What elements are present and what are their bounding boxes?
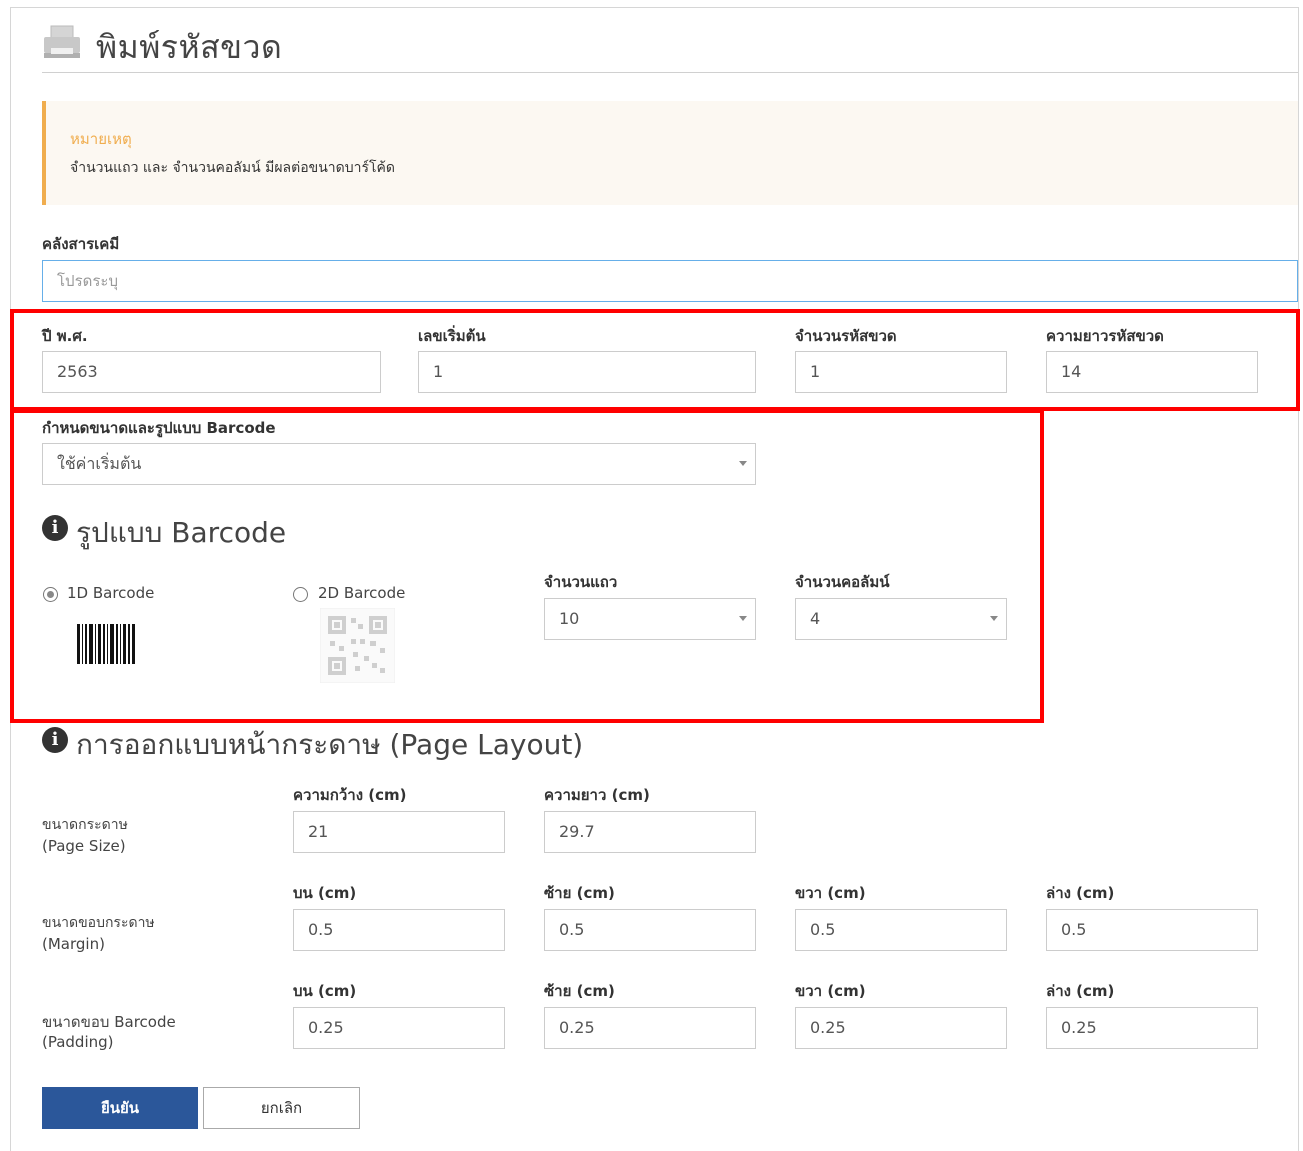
columns-label: จำนวนคอลัมน์ <box>795 573 890 591</box>
margin-left-label: ซ้าย (cm) <box>544 884 615 902</box>
chevron-down-icon <box>739 616 747 621</box>
page-size-label: ขนาดกระดาษ <box>42 817 128 833</box>
radio-2d-barcode[interactable] <box>293 587 308 602</box>
start-number-input[interactable]: 1 <box>418 351 756 393</box>
code-length-label: ความยาวรหัสขวด <box>1046 327 1164 345</box>
code-length-input[interactable]: 14 <box>1046 351 1258 393</box>
padding-label-en: (Padding) <box>42 1033 114 1051</box>
qr-code-icon <box>320 608 395 683</box>
padding-right-label: ขวา (cm) <box>795 982 866 1000</box>
barcode-size-value: ใช้ค่าเริ่มต้น <box>57 454 142 473</box>
margin-bottom-label: ล่าง (cm) <box>1046 884 1115 902</box>
cancel-button[interactable]: ยกเลิก <box>203 1087 360 1129</box>
margin-top-input[interactable]: 0.5 <box>293 909 505 951</box>
radio-2d-label: 2D Barcode <box>318 584 406 602</box>
rows-select[interactable]: 10 <box>544 598 756 640</box>
confirm-button[interactable]: ยืนยัน <box>42 1087 198 1129</box>
padding-top-input[interactable]: 0.25 <box>293 1007 505 1049</box>
warehouse-label: คลังสารเคมี <box>42 235 120 253</box>
rows-label: จำนวนแถว <box>544 573 618 591</box>
page-title: พิมพ์รหัสขวด <box>96 28 283 66</box>
padding-left-input[interactable]: 0.25 <box>544 1007 756 1049</box>
year-input[interactable]: 2563 <box>42 351 381 393</box>
page-layout-title: การออกแบบหน้ากระดาษ (Page Layout) <box>76 728 584 761</box>
padding-label: ขนาดขอบ Barcode <box>42 1013 176 1031</box>
width-label: ความกว้าง (cm) <box>293 786 407 804</box>
start-number-label: เลขเริ่มต้น <box>418 327 486 345</box>
barcode-1d-icon <box>75 622 137 668</box>
padding-top-label: บน (cm) <box>293 982 357 1000</box>
margin-right-input[interactable]: 0.5 <box>795 909 1007 951</box>
padding-bottom-input[interactable]: 0.25 <box>1046 1007 1258 1049</box>
info-icon: i <box>42 727 68 753</box>
printer-icon <box>44 25 80 58</box>
columns-select[interactable]: 4 <box>795 598 1007 640</box>
note-title: หมายเหตุ <box>70 130 132 148</box>
chevron-down-icon <box>739 461 747 466</box>
margin-left-input[interactable]: 0.5 <box>544 909 756 951</box>
length-label: ความยาว (cm) <box>544 786 650 804</box>
page-width-input[interactable]: 21 <box>293 811 505 853</box>
margin-label: ขนาดขอบกระดาษ <box>42 915 155 931</box>
year-label: ปี พ.ศ. <box>42 327 88 345</box>
rows-value: 10 <box>559 609 580 628</box>
bottle-count-input[interactable]: 1 <box>795 351 1007 393</box>
margin-top-label: บน (cm) <box>293 884 357 902</box>
note-text: จำนวนแถว และ จำนวนคอลัมน์ มีผลต่อขนาดบาร… <box>70 160 395 176</box>
chevron-down-icon <box>990 616 998 621</box>
title-divider <box>42 72 1298 73</box>
page-length-input[interactable]: 29.7 <box>544 811 756 853</box>
padding-bottom-label: ล่าง (cm) <box>1046 982 1115 1000</box>
padding-right-input[interactable]: 0.25 <box>795 1007 1007 1049</box>
margin-right-label: ขวา (cm) <box>795 884 866 902</box>
note-box <box>42 101 1298 205</box>
radio-1d-label: 1D Barcode <box>67 584 155 602</box>
warehouse-input[interactable]: โปรดระบุ <box>42 260 1298 302</box>
columns-value: 4 <box>810 609 821 628</box>
margin-label-en: (Margin) <box>42 935 105 953</box>
page-size-label-en: (Page Size) <box>42 837 126 855</box>
bottle-count-label: จำนวนรหัสขวด <box>795 327 897 345</box>
barcode-size-label: กำหนดขนาดและรูปแบบ Barcode <box>42 419 276 437</box>
padding-left-label: ซ้าย (cm) <box>544 982 615 1000</box>
radio-1d-barcode[interactable] <box>43 587 58 602</box>
info-icon: i <box>42 515 68 541</box>
barcode-format-title: รูปแบบ Barcode <box>76 516 287 549</box>
margin-bottom-input[interactable]: 0.5 <box>1046 909 1258 951</box>
barcode-size-select[interactable]: ใช้ค่าเริ่มต้น <box>42 443 756 485</box>
